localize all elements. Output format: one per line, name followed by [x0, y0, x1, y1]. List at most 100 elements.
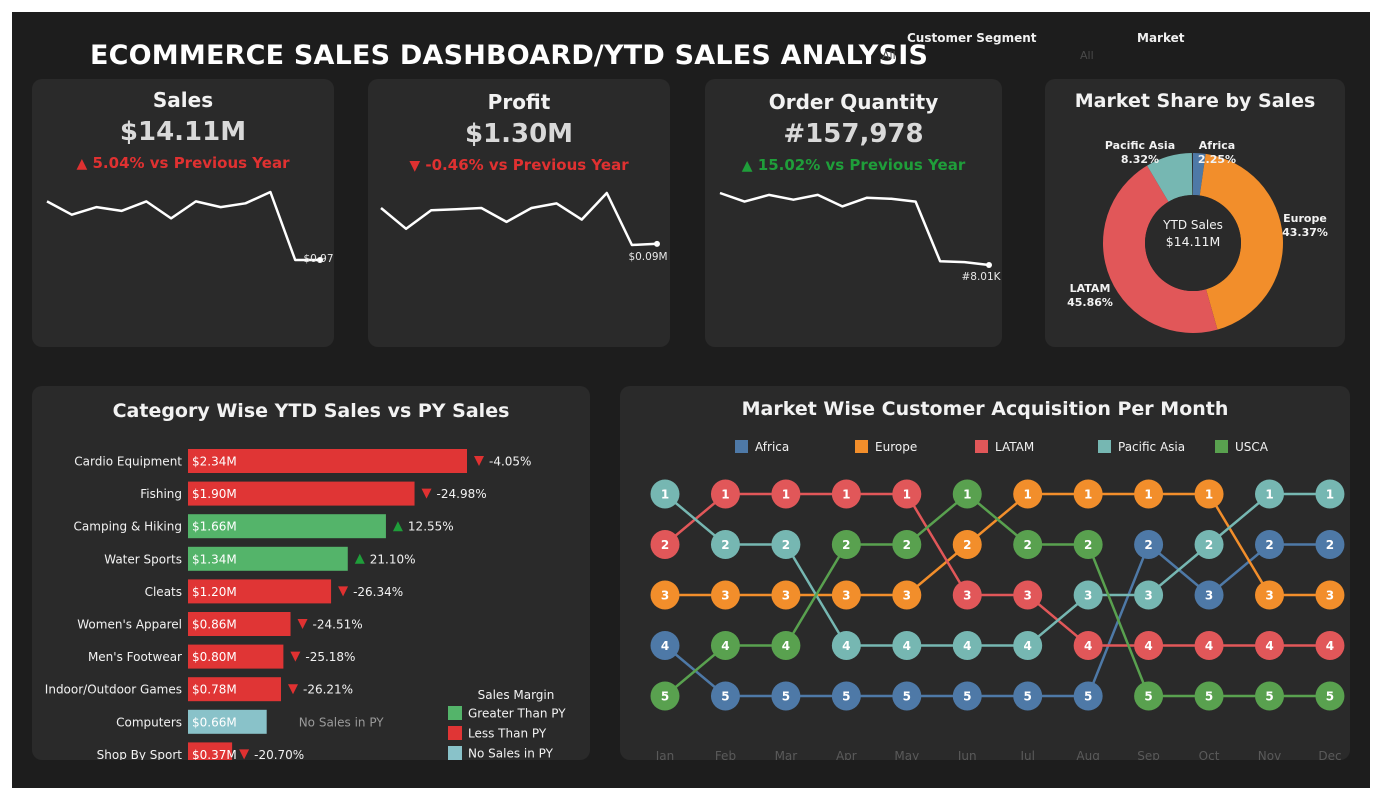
point-label-latam-mar: 1 [782, 488, 790, 502]
point-label-africa-oct: 3 [1205, 589, 1213, 603]
point-label-usca-jun: 1 [963, 488, 971, 502]
category-bar-chart: Cardio Equipment $2.34M -4.05% Fishing $1.90… [45, 449, 566, 761]
donut-center-value: $14.11M [1166, 234, 1221, 249]
point-label-africa-feb: 5 [721, 690, 729, 704]
point-label-pacific-asia-sep: 3 [1144, 589, 1152, 603]
point-label-africa-dec: 2 [1326, 538, 1334, 552]
point-label-africa-aug: 5 [1084, 690, 1092, 704]
category-delta-computers: No Sales in PY [299, 715, 385, 729]
point-label-pacific-asia-may: 4 [903, 639, 911, 653]
sales-sparkline-end-label: $0.97M [303, 253, 334, 265]
category-delta-shop-by-sport: -20.70% [254, 748, 304, 760]
legend-label-none: No Sales in PY [468, 747, 554, 761]
x-tick-jun: Jun [957, 749, 977, 760]
market-filter-value[interactable]: All [1080, 49, 1094, 62]
point-label-africa-jul: 5 [1024, 690, 1032, 704]
point-label-pacific-asia-aug: 3 [1084, 589, 1092, 603]
customer-acquisition-card: Market Wise Customer Acquisition Per Mon… [620, 386, 1350, 760]
dashboard-canvas: ECOMMERCE SALES DASHBOARD/YTD SALES ANAL… [12, 12, 1370, 788]
point-label-africa-sep: 2 [1144, 538, 1152, 552]
point-label-pacific-asia-jan: 1 [661, 488, 669, 502]
legend-swatch-less [448, 726, 462, 740]
category-delta-water-sports: 21.10% [370, 552, 416, 566]
category-delta-fishing: -24.98% [437, 487, 487, 501]
x-tick-may: May [894, 749, 919, 760]
point-label-africa-apr: 5 [842, 690, 850, 704]
point-label-latam-oct: 4 [1205, 639, 1213, 653]
point-label-europe-dec: 3 [1326, 589, 1334, 603]
legend-swatch-europe [855, 440, 868, 453]
series-line-pacific-asia [664, 492, 1330, 647]
legend-swatch-greater [448, 706, 462, 720]
point-label-latam-apr: 1 [842, 488, 850, 502]
x-tick-dec: Dec [1318, 749, 1341, 760]
order-quantity-sparkline: #8.01K [719, 191, 1002, 283]
category-value-cleats: $1.20M [192, 585, 237, 599]
sales-sparkline-line [46, 190, 320, 262]
point-label-pacific-asia-dec: 1 [1326, 488, 1334, 502]
point-label-africa-mar: 5 [782, 690, 790, 704]
point-label-pacific-asia-oct: 2 [1205, 538, 1213, 552]
x-tick-apr: Apr [836, 749, 857, 760]
legend-label-pacific-asia: Pacific Asia [1118, 440, 1185, 454]
series-line-latam [664, 492, 1330, 647]
category-delta-arrow-icon-camping-hiking [392, 521, 403, 532]
donut-label-africa: Africa [1199, 139, 1235, 152]
donut-center-label: YTD Sales [1162, 218, 1223, 232]
category-value-indoor-outdoor-games: $0.78M [192, 683, 237, 697]
legend-label-africa: Africa [755, 440, 789, 454]
category-delta-women-s-apparel: -24.51% [313, 618, 363, 632]
x-tick-nov: Nov [1258, 749, 1281, 760]
category-sales-card: Category Wise YTD Sales vs PY Sales Card… [32, 386, 590, 760]
point-label-europe-oct: 1 [1205, 488, 1213, 502]
category-name-shop-by-sport: Shop By Sport [97, 748, 183, 760]
point-label-pacific-asia-mar: 2 [782, 538, 790, 552]
point-label-latam-feb: 1 [721, 488, 729, 502]
profit-sparkline-end-point [654, 240, 660, 247]
point-label-africa-jun: 5 [963, 690, 971, 704]
point-label-europe-jun: 2 [963, 538, 971, 552]
legend-swatch-latam [975, 440, 988, 453]
point-label-pacific-asia-jul: 4 [1024, 639, 1032, 653]
donut-value-europe: 43.37% [1282, 226, 1328, 239]
order-quantity-sparkline-end-point [986, 262, 992, 268]
category-delta-arrow-icon-cardio-equipment [474, 456, 484, 466]
donut-value-africa: 2.25% [1198, 153, 1236, 166]
point-label-europe-apr: 3 [842, 589, 850, 603]
category-name-men-s-footwear: Men's Footwear [88, 650, 182, 664]
point-label-europe-jul: 1 [1024, 488, 1032, 502]
legend-swatch-none [448, 746, 462, 760]
profit-sparkline-line [380, 191, 658, 247]
sales-margin-legend-title: Sales Margin [478, 688, 555, 702]
category-delta-arrow-icon-fishing [421, 488, 432, 499]
donut-label-latam: LATAM [1070, 282, 1111, 295]
legend-label-greater: Greater Than PY [468, 707, 566, 721]
point-label-latam-sep: 4 [1144, 639, 1152, 653]
category-value-water-sports: $1.34M [192, 552, 237, 566]
category-delta-arrow-icon-cleats [338, 586, 349, 597]
point-label-pacific-asia-jun: 4 [963, 639, 971, 653]
point-label-latam-nov: 4 [1265, 639, 1273, 653]
point-label-usca-feb: 4 [721, 639, 729, 653]
point-label-latam-aug: 4 [1084, 639, 1092, 653]
point-label-africa-may: 5 [903, 690, 911, 704]
category-value-women-s-apparel: $0.86M [192, 618, 237, 632]
category-delta-cardio-equipment: -4.05% [489, 455, 531, 469]
point-label-latam-jul: 3 [1024, 589, 1032, 603]
customer-segment-filter-value[interactable]: All [882, 49, 896, 62]
legend-swatch-africa [735, 440, 748, 453]
legend-label-latam: LATAM [995, 440, 1034, 454]
donut-label-pacific-asia: Pacific Asia [1105, 139, 1175, 152]
category-name-fishing: Fishing [140, 487, 182, 501]
profit-sparkline: $0.09M [380, 191, 668, 263]
category-name-computers: Computers [116, 715, 182, 729]
point-label-europe-may: 3 [903, 589, 911, 603]
sales-sparkline: $0.97M [46, 190, 334, 265]
point-label-usca-mar: 4 [782, 639, 790, 653]
category-delta-arrow-icon-men-s-footwear [290, 651, 301, 662]
category-name-women-s-apparel: Women's Apparel [77, 618, 182, 632]
point-label-usca-aug: 2 [1084, 538, 1092, 552]
donut-value-pacific-asia: 8.32% [1121, 153, 1159, 166]
legend-label-usca: USCA [1235, 440, 1269, 454]
order-quantity-sparkline-line [719, 191, 990, 267]
